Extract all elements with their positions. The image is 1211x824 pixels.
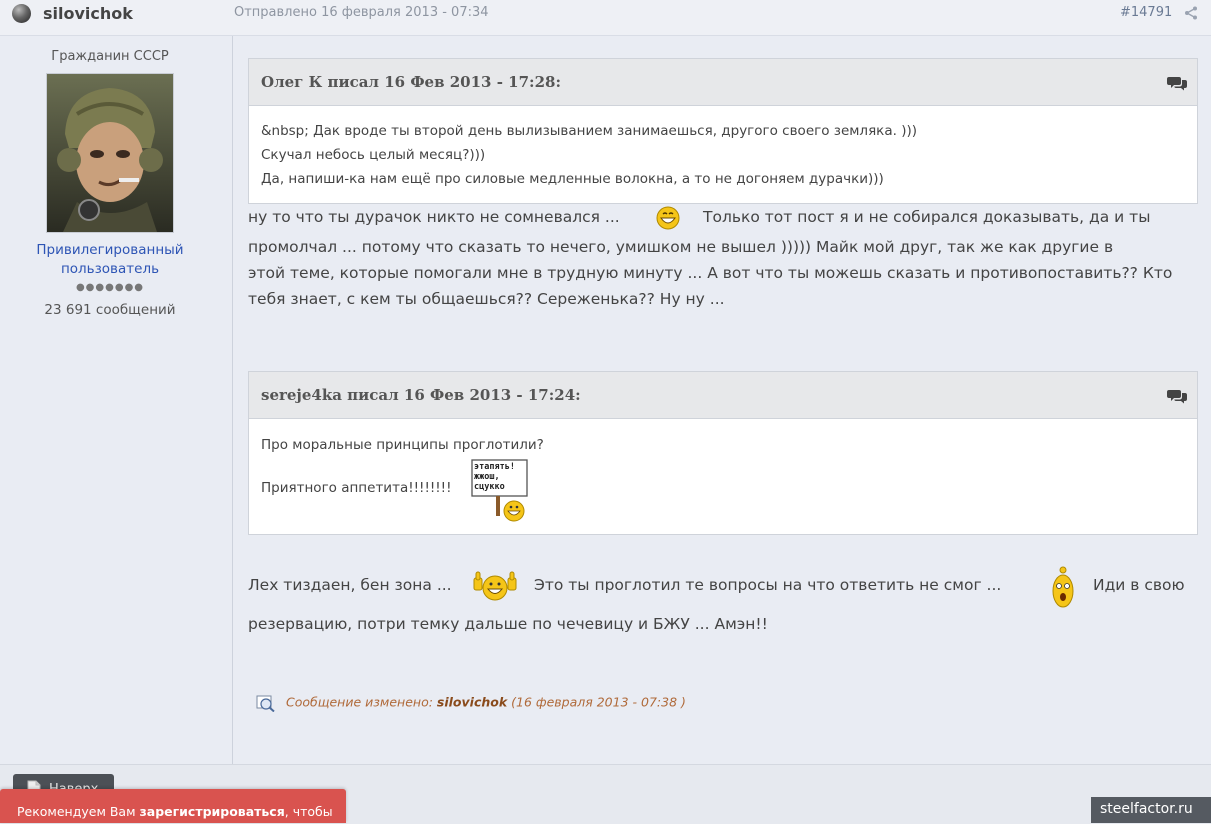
quote-comments-icon[interactable] — [1167, 75, 1187, 91]
post-number-link[interactable]: #14791 — [1120, 5, 1172, 20]
reply-line: Только тот пост я и не собирался доказыв… — [703, 208, 1151, 226]
quote-block-2: sereje4ka писал 16 Фев 2013 - 17:24: Про… — [248, 371, 1198, 535]
edit-history-icon — [256, 695, 275, 713]
grinning-smiley-icon — [656, 206, 680, 230]
reply-text-1: ну то что ты дурачок никто не сомневался… — [248, 206, 1198, 316]
site-badge[interactable]: steelfactor.ru — [1091, 797, 1211, 823]
quote-line: Да, напиши-ка нам ещё про силовые медлен… — [261, 171, 884, 187]
register-banner: Рекомендуем Вам зарегистрироваться, чтоб… — [0, 789, 346, 823]
quote-line: Скучал небось целый месяц?))) — [261, 147, 486, 163]
share-icon[interactable] — [1184, 6, 1198, 20]
edit-note-user[interactable]: silovichok — [437, 695, 507, 710]
user-group-line1: Привилегированный — [36, 242, 184, 258]
quote-header: sereje4ka писал 16 Фев 2013 - 17:24: — [249, 372, 1197, 419]
user-group[interactable]: Привилегированный пользователь — [0, 241, 220, 279]
quote-citation[interactable]: sereje4ka писал 16 Фев 2013 - 17:24: — [261, 386, 581, 404]
user-group-line2: пользователь — [60, 261, 160, 277]
site-name: steelfactor.ru — [1100, 801, 1193, 817]
reply-line: промолчал ... потому что сказать то нече… — [248, 238, 1114, 256]
quote-block-1: Олег К писал 16 Фев 2013 - 17:28: &nbsp;… — [248, 58, 1198, 204]
post-count: 23 691 сообщений — [44, 302, 176, 318]
author-name[interactable]: silovichok — [43, 4, 133, 23]
reply-text-2: Лех тиздаен, бен зона ... Это ты проглот… — [248, 566, 1198, 646]
thumbs-up-smiley-icon — [473, 571, 517, 601]
reply-line: тебя знает, с кем ты общаешься?? Сережен… — [248, 290, 725, 308]
quote-body: Про моральные принципы проглотили? Прият… — [249, 419, 1197, 522]
reply-line: резервацию, потри темку дальше по чечеви… — [248, 615, 768, 633]
quote-line: Приятного аппетита!!!!!!!! — [261, 480, 452, 496]
quote-line: &nbsp; Дак вроде ты второй день вылизыва… — [261, 123, 917, 139]
quote-comments-icon[interactable] — [1167, 388, 1187, 404]
quote-header: Олег К писал 16 Фев 2013 - 17:28: — [249, 59, 1197, 106]
sign-text: этапять! жжош, сцукко — [474, 462, 515, 492]
avatar-image — [47, 74, 173, 232]
reply-line: Иди в свою — [1093, 576, 1185, 594]
reply-line: Лех тиздаен, бен зона ... — [248, 576, 452, 594]
register-link[interactable]: зарегистрироваться — [140, 804, 285, 819]
user-title: Гражданин СССР — [51, 49, 169, 64]
register-prefix: Рекомендуем Вам — [17, 804, 140, 819]
register-suffix: , чтобы — [284, 804, 333, 819]
author-sidebar: Гражданин СССР Привилегированный пользов… — [0, 36, 233, 764]
edit-note-when: (16 февраля 2013 - 07:38 ) — [511, 694, 686, 710]
register-banner-text: Рекомендуем Вам зарегистрироваться, чтоб… — [17, 804, 333, 819]
reply-line: ну то что ты дурачок никто не сомневался… — [248, 208, 620, 226]
post-header: silovichok Отправлено 16 февраля 2013 - … — [0, 0, 1211, 36]
reply-line: Это ты проглотил те вопросы на что ответ… — [534, 576, 1002, 594]
edit-note-prefix: Сообщение изменено: — [285, 694, 433, 710]
shocked-smiley-icon — [1052, 566, 1074, 608]
rank-pips: ●●●●●●● — [75, 282, 145, 293]
post-date: Отправлено 16 февраля 2013 - 07:34 — [234, 5, 489, 20]
quote-citation[interactable]: Олег К писал 16 Фев 2013 - 17:28: — [261, 73, 561, 91]
quote-body: &nbsp; Дак вроде ты второй день вылизыва… — [249, 106, 1197, 201]
avatar[interactable] — [46, 73, 174, 233]
quote-line: Про моральные принципы проглотили? — [261, 437, 544, 453]
reply-line: этой теме, которые помогали мне в трудну… — [248, 264, 1173, 282]
edit-note: Сообщение изменено: silovichok (16 февра… — [256, 694, 686, 713]
online-status-icon — [12, 4, 31, 23]
